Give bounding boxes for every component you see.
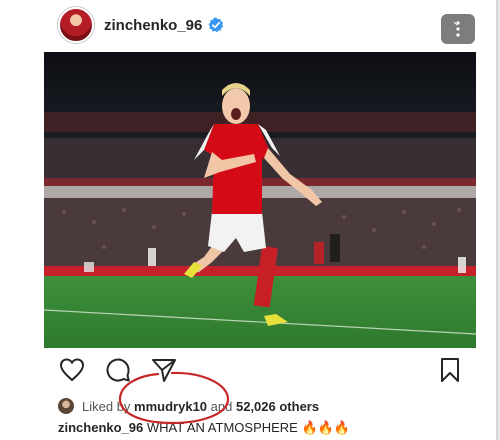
liker-avatar[interactable] <box>58 398 74 414</box>
more-options-icon <box>453 21 460 37</box>
username[interactable]: zinchenko_96 <box>104 17 202 34</box>
post-header: zinchenko_96 <box>58 7 224 43</box>
others-count[interactable]: 52,026 others <box>236 399 319 414</box>
comment-icon[interactable] <box>104 356 132 384</box>
post-photo[interactable] <box>44 52 476 348</box>
heart-icon[interactable] <box>58 356 86 384</box>
more-options-button[interactable] <box>441 14 475 44</box>
caption-username[interactable]: zinchenko_96 <box>58 420 143 435</box>
instagram-post-card: zinchenko_96 Liked by mmudryk10 and 52,0… <box>0 0 498 440</box>
caption-text: WHAT AN ATMOSPHERE 🔥🔥🔥 <box>146 420 351 435</box>
liked-by-prefix: Liked by <box>82 398 131 414</box>
liked-by-conjunction: and <box>210 398 233 414</box>
post-actions <box>58 356 468 386</box>
bookmark-icon[interactable] <box>436 356 464 384</box>
profile-avatar[interactable] <box>58 7 94 43</box>
post-caption: zinchenko_96 WHAT AN ATMOSPHERE 🔥🔥🔥 <box>58 420 350 436</box>
verified-badge-icon <box>208 17 224 33</box>
likes-summary: Liked by mmudryk10 and 52,026 others <box>58 396 319 416</box>
liked-by-user[interactable]: mmudryk10 <box>134 399 207 414</box>
football-celebration-image <box>44 52 476 348</box>
send-icon[interactable] <box>150 356 178 384</box>
